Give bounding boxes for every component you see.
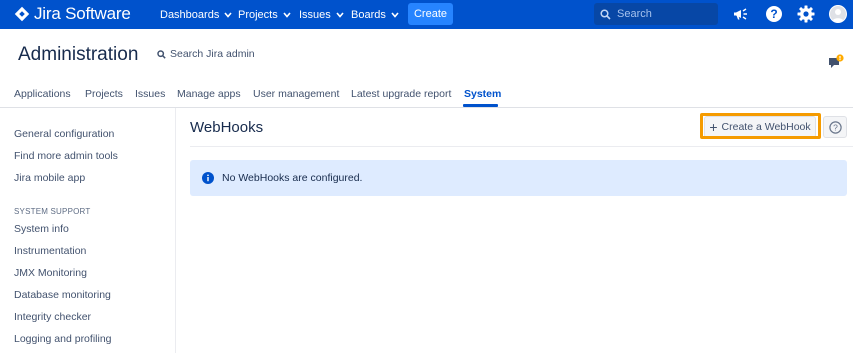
tab-latest-upgrade-report[interactable]: Latest upgrade report [351,88,451,100]
sidebar-section-heading: SYSTEM SUPPORT [14,207,91,216]
nav-dashboards[interactable]: Dashboards [160,0,232,29]
sidebar-item-find-more-admin-tools[interactable]: Find more admin tools [14,150,118,162]
plus-icon: + [709,119,718,135]
sidebar-item-instrumentation[interactable]: Instrumentation [14,245,86,257]
user-avatar[interactable] [829,5,847,23]
svg-text:?: ? [770,7,777,21]
nav-dashboards-label: Dashboards [160,8,220,21]
admin-tabs: Applications Projects Issues Manage apps… [0,86,853,108]
nav-boards-label: Boards [351,8,386,21]
search-icon [157,49,166,59]
create-webhook-button[interactable]: + Create a WebHook [704,116,816,138]
info-icon [202,172,214,184]
nav-issues-label: Issues [299,8,331,21]
tab-issues[interactable]: Issues [135,88,165,100]
jira-diamond-icon [14,6,30,22]
nav-projects-label: Projects [238,8,278,21]
webhooks-help-button[interactable]: ? [823,116,847,138]
sidebar-item-integrity-checker[interactable]: Integrity checker [14,311,91,323]
tab-projects[interactable]: Projects [85,88,123,100]
sidebar-item-logging-and-profiling[interactable]: Logging and profiling [14,333,112,345]
nav-projects[interactable]: Projects [238,0,291,29]
settings-gear-icon[interactable] [796,4,816,24]
chevron-down-icon [224,11,232,18]
chevron-down-icon [391,11,399,18]
megaphone-icon[interactable] [731,4,751,24]
chevron-down-icon [336,11,344,18]
section-divider [190,146,853,147]
sidebar-item-database-monitoring[interactable]: Database monitoring [14,289,111,301]
active-tab-indicator [463,104,498,107]
admin-search-label: Search Jira admin [170,48,255,60]
tab-manage-apps[interactable]: Manage apps [177,88,241,100]
nav-boards[interactable]: Boards [351,0,399,29]
create-button[interactable]: Create [408,3,453,25]
admin-search-link[interactable]: Search Jira admin [157,48,255,60]
info-message-box: No WebHooks are configured. [190,160,847,196]
search-icon [600,8,611,20]
logo-text: Jira Software [34,4,131,23]
sidebar-item-system-info[interactable]: System info [14,223,69,235]
nav-issues[interactable]: Issues [299,0,344,29]
tab-applications[interactable]: Applications [14,88,71,100]
sidebar-item-jira-mobile-app[interactable]: Jira mobile app [14,172,85,184]
info-message-text: No WebHooks are configured. [222,172,363,184]
user-icon [832,9,844,22]
sidebar-item-jmx-monitoring[interactable]: JMX Monitoring [14,267,87,279]
jira-logo[interactable]: Jira Software [14,4,131,24]
admin-sidebar: General configuration Find more admin to… [0,108,176,353]
svg-text:?: ? [833,122,838,132]
sidebar-item-general-configuration[interactable]: General configuration [14,128,114,140]
top-navigation-bar: Jira Software Dashboards Projects Issues… [0,0,853,29]
tab-system[interactable]: System [464,88,501,100]
chevron-down-icon [283,11,291,18]
section-title: WebHooks [190,119,264,136]
feedback-icon[interactable] [828,54,844,75]
global-search[interactable] [594,3,718,25]
tab-user-management[interactable]: User management [253,88,339,100]
help-icon[interactable]: ? [764,4,784,24]
create-webhook-label: Create a WebHook [721,121,811,133]
page-title: Administration [18,44,139,65]
search-input[interactable] [617,8,707,20]
question-circle-icon: ? [828,120,842,134]
